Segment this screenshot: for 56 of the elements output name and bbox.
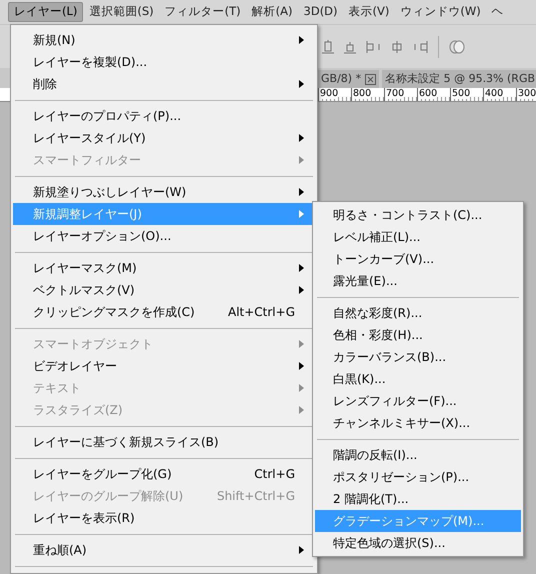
- menu-item[interactable]: レンズフィルター(F)...: [315, 390, 521, 412]
- menu-item[interactable]: レベル補正(L)...: [315, 226, 521, 248]
- menu-bar-item[interactable]: 解析(A): [246, 2, 298, 22]
- document-tab[interactable]: 名称未設定 5 @ 95.3% (RGB: [382, 70, 536, 88]
- distribute-icon[interactable]: [414, 40, 428, 54]
- distribute-icon[interactable]: [366, 40, 380, 54]
- menu-item[interactable]: チャンネルミキサー(X)...: [315, 412, 521, 434]
- menu-item[interactable]: レイヤーに基づく新規スライス(B): [13, 431, 315, 453]
- menu-bar-item[interactable]: レイヤー(L): [8, 2, 84, 22]
- shortcut-text: Alt+Ctrl+G: [228, 304, 295, 321]
- ruler-number: 500: [452, 88, 470, 99]
- menu-bar-item[interactable]: フィルター(T): [160, 2, 246, 22]
- menu-item[interactable]: 露光量(E)...: [315, 270, 521, 292]
- shortcut-text: Ctrl+G: [254, 466, 295, 483]
- menu-item[interactable]: ポスタリゼーション(P)...: [315, 466, 521, 488]
- menu-item[interactable]: レイヤーをグループ化(G) Ctrl+G: [13, 463, 315, 485]
- auto-align-icon[interactable]: [449, 40, 465, 54]
- menu-item[interactable]: レイヤースタイル(Y): [13, 127, 315, 149]
- menu-item[interactable]: 重ね順(A): [13, 539, 315, 561]
- menu-item[interactable]: 削除: [13, 73, 315, 95]
- menu-item[interactable]: 2 階調化(T)...: [315, 488, 521, 510]
- menu-item[interactable]: レイヤーオプション(O)...: [13, 225, 315, 247]
- menu-item[interactable]: 自然な彩度(R)...: [315, 302, 521, 324]
- distribute-icon[interactable]: [390, 40, 404, 54]
- menu-item[interactable]: レイヤーを複製(D)...: [13, 51, 315, 73]
- menu-item[interactable]: トーンカーブ(V)...: [315, 248, 521, 270]
- close-icon[interactable]: [365, 74, 376, 84]
- menu-item[interactable]: 白黒(K)...: [315, 368, 521, 390]
- menu-bar-item[interactable]: ウィンドウ(W): [395, 2, 486, 22]
- menu-item[interactable]: クリッピングマスクを作成(C) Alt+Ctrl+G: [13, 301, 315, 323]
- align-icon[interactable]: [344, 40, 356, 54]
- ruler-number: 400: [485, 88, 504, 99]
- menu-bar-item[interactable]: 表示(V): [344, 2, 394, 22]
- menu-item[interactable]: 階調の反転(I)...: [315, 444, 521, 466]
- ruler-number: 300: [518, 88, 536, 99]
- ruler-number: 800: [353, 88, 372, 99]
- menu-item[interactable]: 明るさ・コントラスト(C)...: [315, 204, 521, 226]
- shortcut-text: Shift+Ctrl+G: [216, 488, 295, 505]
- menu-item[interactable]: レイヤーマスク(M): [13, 257, 315, 279]
- menu-item[interactable]: ビデオレイヤー: [13, 355, 315, 377]
- menu-bar-item[interactable]: ヘ: [486, 2, 509, 22]
- document-tab[interactable]: GB/8) *: [318, 70, 380, 88]
- menu-item[interactable]: カラーバランス(B)...: [315, 346, 521, 368]
- menu-item[interactable]: レイヤーを表示(R): [13, 507, 315, 529]
- ruler-number: 700: [386, 88, 404, 99]
- menu-item[interactable]: 特定色域の選択(S)...: [315, 532, 521, 554]
- menu-item[interactable]: 新規(N): [13, 29, 315, 51]
- ruler-number: 900: [320, 88, 338, 99]
- menu-item[interactable]: 新規塗りつぶしレイヤー(W): [13, 181, 315, 203]
- menu-item[interactable]: ベクトルマスク(V): [13, 279, 315, 301]
- ruler-number: 600: [419, 88, 438, 99]
- menu-item[interactable]: 色相・彩度(H)...: [315, 324, 521, 346]
- menu-item[interactable]: レイヤーのプロパティ(P)...: [13, 105, 315, 127]
- menu-bar-item[interactable]: 選択範囲(S): [84, 2, 159, 22]
- align-icon[interactable]: [322, 40, 334, 54]
- menu-bar-item[interactable]: 3D(D): [298, 2, 343, 22]
